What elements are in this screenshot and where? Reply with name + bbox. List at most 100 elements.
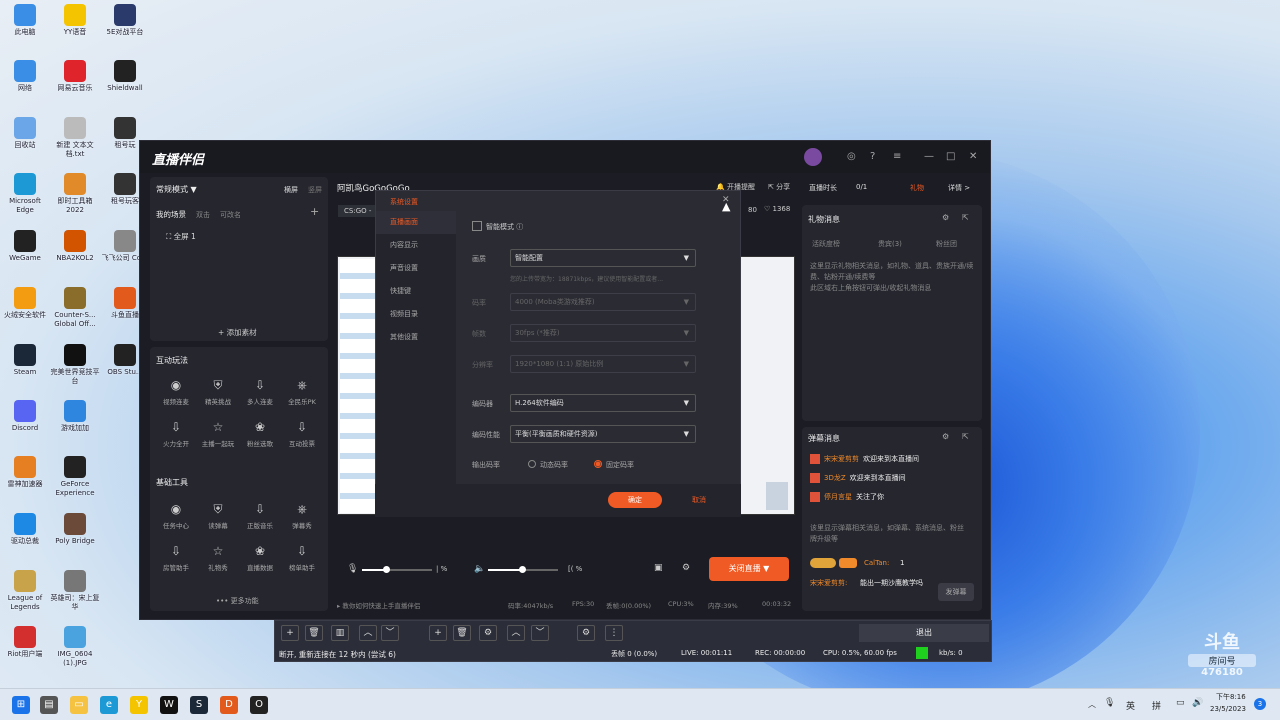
share-button[interactable]: ⇱ 分享 — [768, 182, 790, 192]
clock-date[interactable]: 23/5/2023 — [1210, 705, 1246, 713]
more-features-button[interactable]: ••• 更多功能 — [216, 596, 259, 606]
obs-icon[interactable]: O — [250, 696, 268, 714]
gift-popout-icon[interactable]: ⇱ — [962, 213, 969, 222]
desktop-icon[interactable]: NBA2KOL2 — [50, 230, 100, 263]
interact-tool[interactable]: ⎈ 全民乐PK — [284, 377, 320, 406]
basic-tool[interactable]: ⎈ 弹幕秀 — [284, 501, 320, 530]
send-danmu-button[interactable]: 发弹幕 — [938, 583, 974, 601]
desktop-icon[interactable]: GeForce Experience — [50, 456, 100, 498]
avatar[interactable] — [804, 148, 822, 166]
desktop-icon[interactable]: Steam — [0, 344, 50, 377]
settings-nav-item[interactable]: 内容显示 — [376, 234, 456, 257]
mixer-settings-icon[interactable]: ⚙ — [577, 625, 595, 641]
desktop-icon[interactable]: Riot用户端 — [0, 626, 50, 659]
ime-indicator[interactable]: 拼 — [1152, 699, 1161, 712]
volume-icon[interactable]: 🔊 — [1192, 698, 1203, 708]
bitrate-select[interactable]: 4000 (Moba类游戏推荐) ▼ — [510, 293, 696, 311]
interact-tool[interactable]: ⛨ 精英挑战 — [200, 377, 236, 406]
ok-button[interactable]: 确定 — [608, 492, 662, 508]
landscape-button[interactable]: 横屏 — [284, 185, 298, 195]
fixed-rate-radio[interactable] — [594, 460, 602, 468]
remove-source-icon[interactable]: 🗑 — [453, 625, 471, 641]
desktop-icon[interactable]: Discord — [0, 400, 50, 433]
desktop-icon[interactable]: 英雄司：宋上复华 — [50, 570, 100, 612]
dynamic-rate-radio[interactable] — [528, 460, 536, 468]
interact-tool[interactable]: ⇩ 火力全开 — [158, 419, 194, 448]
basic-tool[interactable]: ☆ 礼物秀 — [200, 543, 236, 572]
camera-icon[interactable]: ▣ — [654, 563, 663, 573]
desktop-icon[interactable]: 新建 文本文档.txt — [50, 117, 100, 159]
speaker-icon[interactable]: 🔈 — [474, 564, 485, 574]
status-hint[interactable]: ▸ 教你如何快速上手直播伴侣 — [337, 600, 420, 610]
desktop-icon[interactable]: Poly Bridge — [50, 513, 100, 546]
source-down-icon[interactable]: ﹀ — [531, 625, 549, 641]
desktop-icon[interactable]: League of Legends — [0, 570, 50, 612]
basic-tool[interactable]: ❀ 直播数据 — [242, 543, 278, 572]
basic-tool[interactable]: ⛨ 读弹幕 — [200, 501, 236, 530]
settings-nav-item[interactable]: 声音设置 — [376, 257, 456, 280]
desktop-icon[interactable]: IMG_0604 (1).JPG — [50, 626, 100, 668]
speaker-slider[interactable] — [488, 566, 558, 573]
up-icon[interactable]: ︿ — [359, 625, 377, 641]
add-icon[interactable]: + — [281, 625, 299, 641]
trash-icon[interactable]: 🗑 — [305, 625, 323, 641]
portrait-button[interactable]: 竖屏 — [308, 185, 322, 195]
help-icon[interactable]: ? — [870, 151, 875, 162]
cancel-button[interactable]: 取消 — [672, 492, 726, 508]
source-settings-icon[interactable]: ⚙ — [479, 625, 497, 641]
tray-up-icon[interactable]: ︿ — [1088, 699, 1096, 710]
start-icon[interactable]: ⊞ — [12, 696, 30, 714]
mic-slider[interactable] — [362, 566, 432, 573]
desktop-icon[interactable]: Counter-S... Global Off... — [50, 287, 100, 329]
quality-select[interactable]: 智能配置 ▼ — [510, 249, 696, 267]
scene-item[interactable]: ⛶ 全屏 1 — [166, 231, 196, 242]
source-up-icon[interactable]: ︿ — [507, 625, 525, 641]
desktop-icon[interactable]: YY语音 — [50, 4, 100, 37]
settings-icon[interactable]: ⚙ — [682, 563, 690, 573]
basic-tool[interactable]: ⇩ 正版音乐 — [242, 501, 278, 530]
notification-badge[interactable]: 3 — [1254, 698, 1266, 710]
close-live-button[interactable]: 关闭直播 ▼ — [709, 557, 789, 581]
desktop-icon[interactable]: 网易云音乐 — [50, 60, 100, 93]
headset-icon[interactable]: ◎ — [847, 151, 856, 162]
settings-nav-item[interactable]: 直播画面 — [376, 211, 456, 234]
desktop-icon[interactable]: 雷神加速器 — [0, 456, 50, 489]
interact-tool[interactable]: ⇩ 多人连麦 — [242, 377, 278, 406]
interact-tool[interactable]: ⇩ 互动投票 — [284, 419, 320, 448]
douyu-icon[interactable]: D — [220, 696, 238, 714]
scene-tab[interactable]: CS:GO - — [338, 205, 378, 217]
smart-mode-checkbox[interactable] — [472, 221, 482, 231]
add-scene-icon[interactable]: + — [310, 205, 319, 218]
yy-icon[interactable]: Y — [130, 696, 148, 714]
interact-tool[interactable]: ❀ 粉丝选歌 — [242, 419, 278, 448]
desktop-icon[interactable]: Shieldwall — [100, 60, 150, 93]
basic-tool[interactable]: ◉ 任务中心 — [158, 501, 194, 530]
perf-select[interactable]: 平衡(平衡画质和硬件资源) ▼ — [510, 425, 696, 443]
desktop-icon[interactable]: 游戏加加 — [50, 400, 100, 433]
mode-select[interactable]: 常规模式 ▼ — [156, 184, 197, 195]
mic-icon[interactable]: 🎙 — [347, 564, 358, 574]
close-icon[interactable]: ✕ — [969, 151, 977, 162]
network-icon[interactable]: ▭ — [1176, 698, 1185, 708]
perfect-world-icon[interactable]: W — [160, 696, 178, 714]
add-source-icon[interactable]: + — [429, 625, 447, 641]
interact-tool[interactable]: ◉ 视频连麦 — [158, 377, 194, 406]
desktop-icon[interactable]: 即时工具箱 2022 — [50, 173, 100, 215]
gift-settings-icon[interactable]: ⚙ — [942, 213, 949, 222]
basic-tool[interactable]: ⇩ 房管助手 — [158, 543, 194, 572]
minimize-icon[interactable]: — — [924, 151, 934, 162]
desktop-icon[interactable]: 回收站 — [0, 117, 50, 150]
down-icon[interactable]: ﹀ — [381, 625, 399, 641]
gift-tab-0[interactable]: 活跃度榜 — [812, 239, 840, 249]
gift-button[interactable]: 礼物 — [910, 183, 924, 193]
desktop-icon[interactable]: WeGame — [0, 230, 50, 263]
clock-time[interactable]: 下午8:16 — [1216, 692, 1246, 702]
edge-icon[interactable]: e — [100, 696, 118, 714]
danmu-popout-icon[interactable]: ⇱ — [962, 432, 969, 441]
more-icon[interactable]: ⋮ — [605, 625, 623, 641]
steam-icon[interactable]: S — [190, 696, 208, 714]
settings-nav-item[interactable]: 快捷键 — [376, 280, 456, 303]
settings-nav-item[interactable]: 其他设置 — [376, 326, 456, 349]
exit-button[interactable]: 退出 — [859, 624, 989, 642]
desktop-icon[interactable]: 5E对战平台 — [100, 4, 150, 37]
